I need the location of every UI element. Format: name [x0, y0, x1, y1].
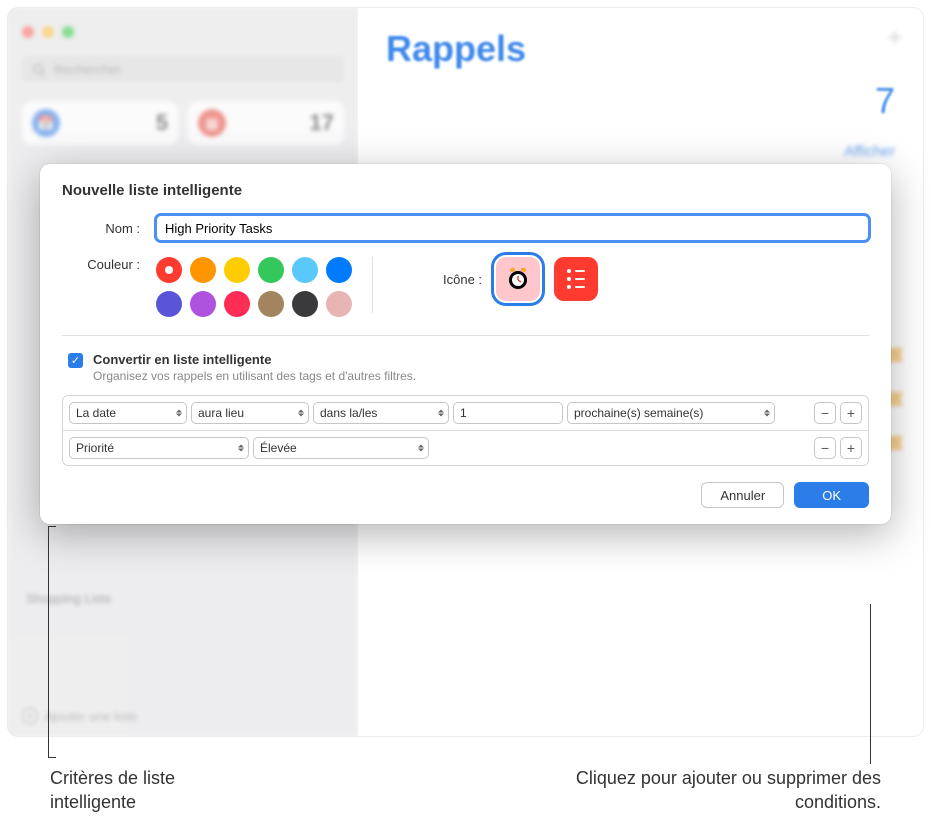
- color-brown[interactable]: [258, 291, 284, 317]
- calendar-grid-icon: ▦: [198, 109, 226, 137]
- color-purple[interactable]: [190, 291, 216, 317]
- today-card[interactable]: 📅 5: [22, 101, 178, 145]
- color-teal[interactable]: [292, 257, 318, 283]
- close-window-button[interactable]: [22, 26, 34, 38]
- color-yellow[interactable]: [224, 257, 250, 283]
- select-value: La date: [76, 406, 116, 420]
- select-arrows-icon: [298, 410, 304, 417]
- annotation-line: [870, 604, 871, 764]
- vertical-divider: [372, 257, 373, 313]
- ok-button[interactable]: OK: [794, 482, 869, 508]
- today-count: 5: [156, 110, 168, 136]
- checkmark-icon: ✓: [71, 354, 80, 367]
- select-arrows-icon: [764, 410, 770, 417]
- select-arrows-icon: [438, 410, 444, 417]
- select-arrows-icon: [418, 445, 424, 452]
- name-label: Nom :: [62, 221, 140, 236]
- scheduled-card[interactable]: ▦ 17: [188, 101, 344, 145]
- condition-unit-select[interactable]: prochaine(s) semaine(s): [567, 402, 775, 424]
- show-completed-link[interactable]: Afficher: [844, 143, 895, 160]
- condition-field-select[interactable]: Priorité: [69, 437, 249, 459]
- annotation-right: Cliquez pour ajouter ou supprimer des co…: [541, 766, 881, 815]
- condition-value-input[interactable]: [453, 402, 563, 424]
- smart-list-dialog: Nouvelle liste intelligente Nom : Couleu…: [40, 164, 891, 524]
- color-orange[interactable]: [190, 257, 216, 283]
- icon-option-list[interactable]: [554, 257, 598, 301]
- minimize-window-button[interactable]: [42, 26, 54, 38]
- add-condition-button[interactable]: +: [840, 437, 862, 459]
- select-value: dans la/les: [320, 406, 377, 420]
- color-picker: [156, 257, 352, 317]
- search-field[interactable]: Rechercher: [22, 56, 344, 83]
- smart-list-checkbox[interactable]: ✓: [68, 353, 83, 368]
- list-title: Rappels: [386, 28, 895, 70]
- select-value: Priorité: [76, 441, 114, 455]
- icon-option-alarm[interactable]: [496, 257, 540, 301]
- conditions-container: La date aura lieu dans la/les prochaine(…: [62, 395, 869, 466]
- sidebar-summary-cards: 📅 5 ▦ 17: [8, 91, 358, 155]
- cancel-button[interactable]: Annuler: [701, 482, 784, 508]
- color-green[interactable]: [258, 257, 284, 283]
- scheduled-count: 17: [310, 110, 334, 136]
- remove-condition-button[interactable]: −: [814, 402, 836, 424]
- add-condition-button[interactable]: +: [840, 402, 862, 424]
- select-arrows-icon: [238, 445, 244, 452]
- select-arrows-icon: [176, 410, 182, 417]
- add-list-label: Ajouter une liste: [44, 709, 137, 724]
- checkbox-description: Organisez vos rappels en utilisant des t…: [93, 369, 416, 383]
- select-value: Élevée: [260, 441, 297, 455]
- window-controls: [8, 16, 358, 48]
- select-value: prochaine(s) semaine(s): [574, 406, 703, 420]
- name-input[interactable]: [156, 215, 869, 241]
- select-value: aura lieu: [198, 406, 244, 420]
- color-rose[interactable]: [326, 291, 352, 317]
- remove-condition-button[interactable]: −: [814, 437, 836, 459]
- color-indigo[interactable]: [156, 291, 182, 317]
- color-gray[interactable]: [292, 291, 318, 317]
- annotation-bracket: [48, 526, 56, 758]
- condition-operator-select[interactable]: Élevée: [253, 437, 429, 459]
- dialog-title: Nouvelle liste intelligente: [62, 182, 869, 199]
- color-red[interactable]: [156, 257, 182, 283]
- condition-row: La date aura lieu dans la/les prochaine(…: [63, 396, 868, 431]
- add-list-button[interactable]: + Ajouter une liste: [22, 708, 137, 724]
- list-icon: [567, 269, 585, 289]
- calendar-icon: 📅: [32, 109, 60, 137]
- search-placeholder: Rechercher: [54, 62, 121, 77]
- condition-field-select[interactable]: La date: [69, 402, 187, 424]
- search-icon: [32, 63, 46, 77]
- alarm-clock-icon: [504, 265, 532, 293]
- condition-range-select[interactable]: dans la/les: [313, 402, 449, 424]
- dialog-footer: Annuler OK: [62, 482, 869, 508]
- checkbox-label: Convertir en liste intelligente: [93, 352, 416, 367]
- color-pink[interactable]: [224, 291, 250, 317]
- color-blue[interactable]: [326, 257, 352, 283]
- horizontal-divider: [62, 335, 869, 336]
- maximize-window-button[interactable]: [62, 26, 74, 38]
- reminder-count: 7: [875, 80, 895, 122]
- condition-row: Priorité Élevée − +: [63, 431, 868, 465]
- annotation-left: Critères de liste intelligente: [50, 766, 250, 815]
- condition-operator-select[interactable]: aura lieu: [191, 402, 309, 424]
- icon-label: Icône :: [443, 272, 482, 287]
- color-label: Couleur :: [62, 257, 140, 272]
- sidebar-list-shopping[interactable]: Shopping Lists: [8, 585, 358, 612]
- smart-list-toggle-row: ✓ Convertir en liste intelligente Organi…: [62, 348, 869, 395]
- plus-circle-icon: +: [22, 708, 38, 724]
